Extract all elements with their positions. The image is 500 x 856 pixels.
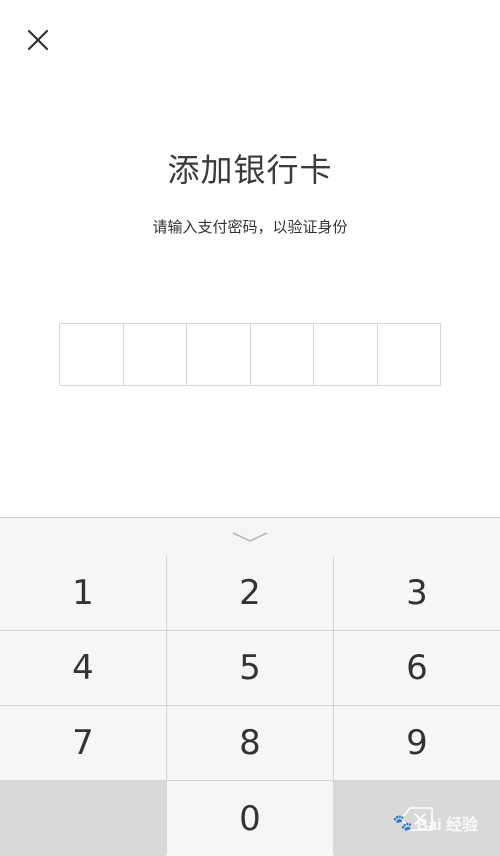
page-subtitle: 请输入支付密码，以验证身份 [152, 218, 348, 236]
key-backspace[interactable] [334, 781, 500, 856]
key-8[interactable]: 8 [167, 706, 333, 780]
pin-cell [60, 324, 124, 385]
pin-cell [314, 324, 378, 385]
password-input[interactable] [59, 323, 441, 386]
key-3[interactable]: 3 [334, 556, 500, 630]
key-5[interactable]: 5 [167, 631, 333, 705]
close-icon [27, 29, 49, 51]
key-blank [0, 781, 166, 856]
close-button[interactable] [22, 24, 54, 56]
chevron-down-icon [232, 532, 268, 542]
keyboard-collapse-button[interactable] [0, 518, 500, 556]
key-9[interactable]: 9 [334, 706, 500, 780]
numeric-keyboard: 1 2 3 4 5 6 7 8 9 0 🐾 Bai 经验 [0, 517, 500, 856]
key-0[interactable]: 0 [167, 781, 333, 856]
key-1[interactable]: 1 [0, 556, 166, 630]
pin-cell [187, 324, 251, 385]
pin-cell [124, 324, 187, 385]
key-7[interactable]: 7 [0, 706, 166, 780]
key-2[interactable]: 2 [167, 556, 333, 630]
backspace-icon [399, 806, 433, 831]
key-4[interactable]: 4 [0, 631, 166, 705]
pin-cell [251, 324, 314, 385]
page-title: 添加银行卡 [167, 151, 333, 189]
key-6[interactable]: 6 [334, 631, 500, 705]
keypad-grid: 1 2 3 4 5 6 7 8 9 0 [0, 556, 500, 856]
pin-cell [378, 324, 441, 385]
